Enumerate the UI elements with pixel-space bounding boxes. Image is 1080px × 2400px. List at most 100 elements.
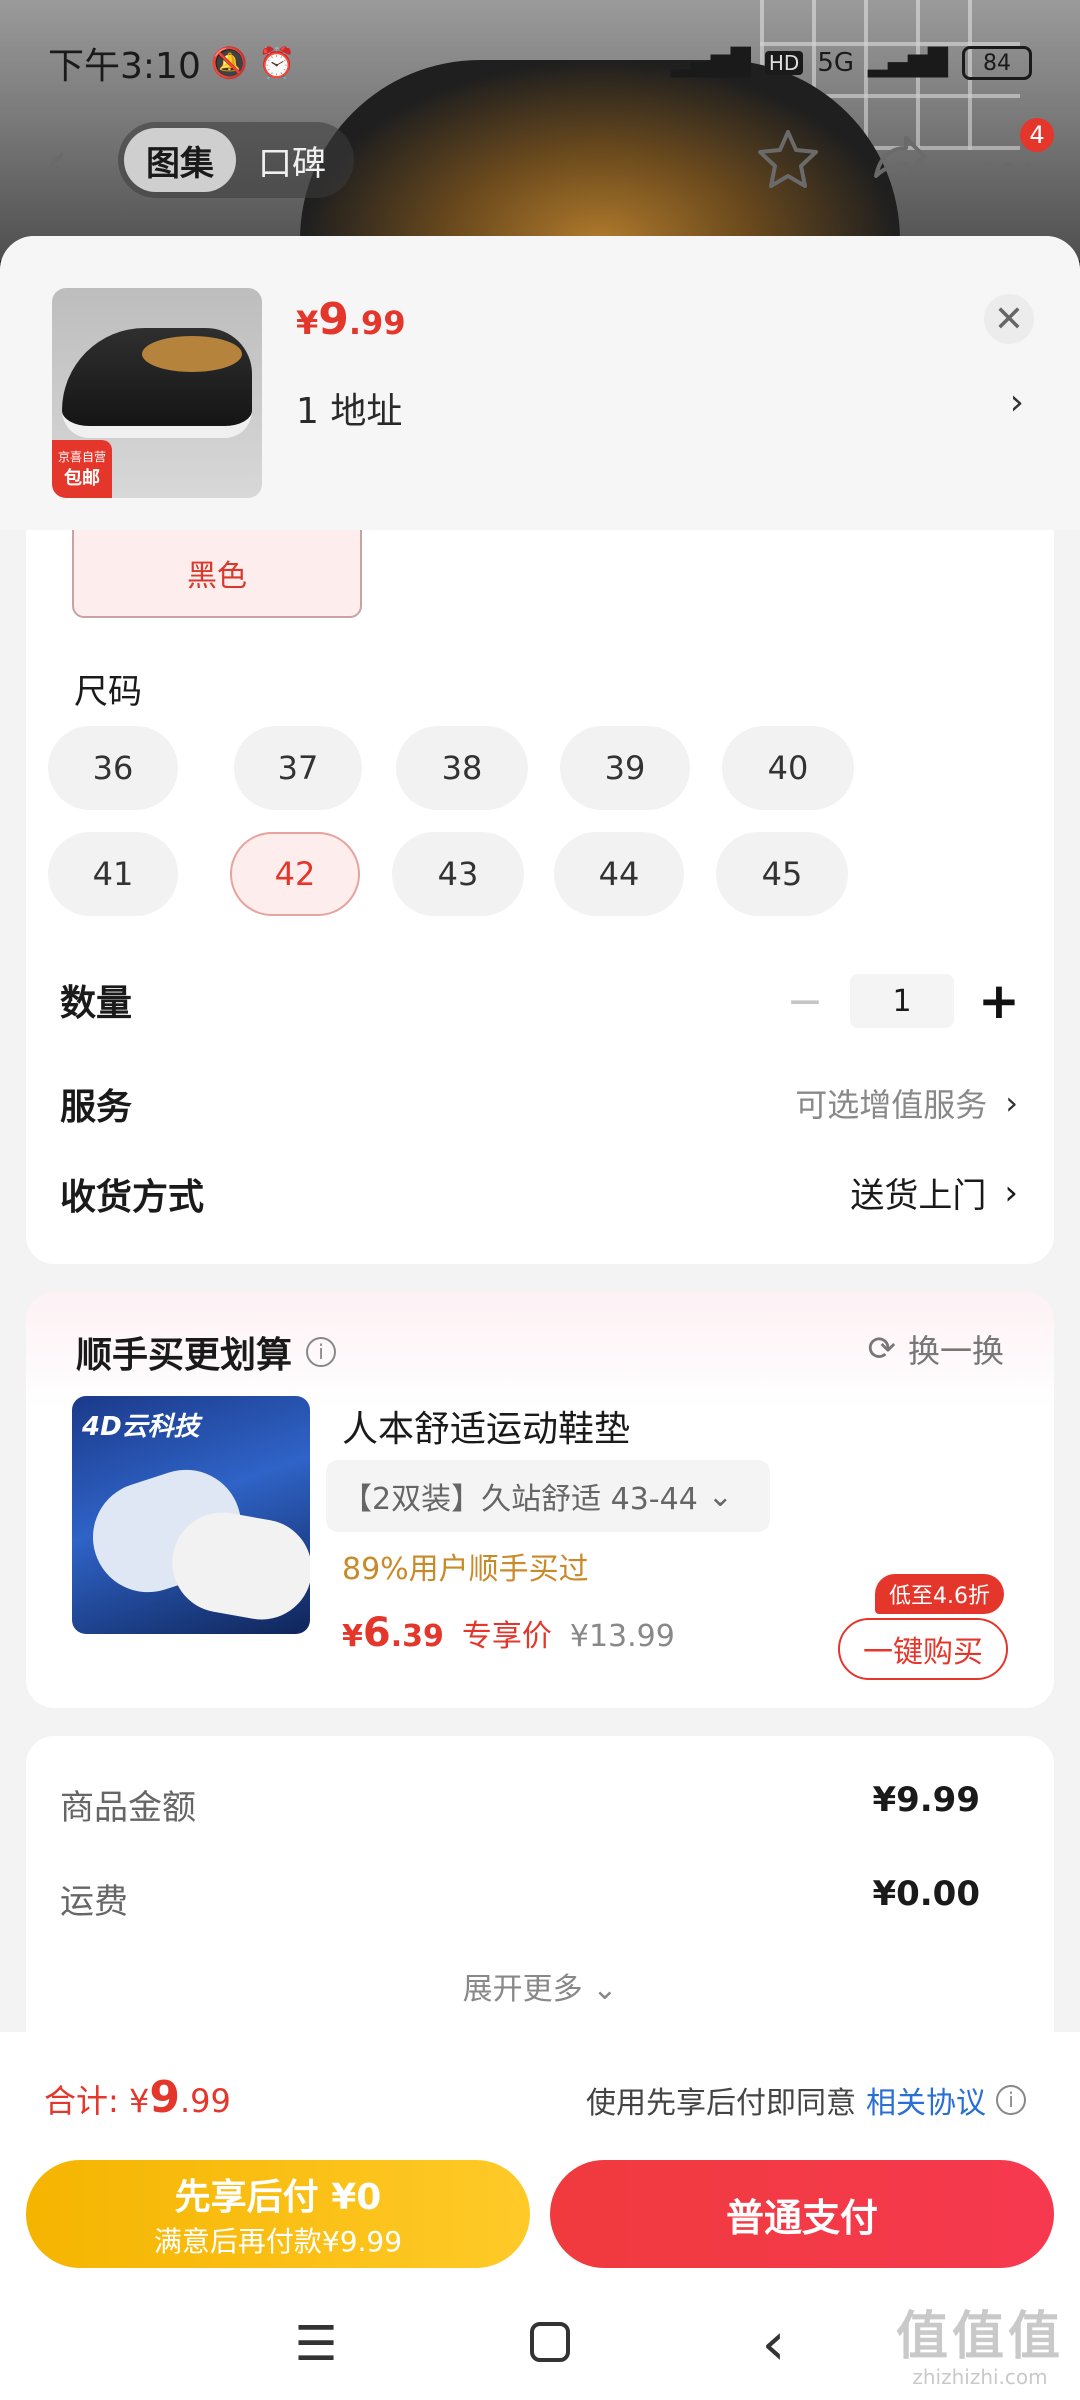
shipping-row: 运费 ¥0.00 (60, 1874, 980, 1923)
shipping-value: ¥0.00 (872, 1874, 980, 1914)
notification-badge: 4 (1020, 118, 1054, 152)
shipping-label: 运费 (60, 1882, 128, 1922)
tab-reviews[interactable]: 口碑 (236, 128, 348, 192)
favorite-star-icon[interactable] (756, 126, 820, 190)
tag-top-text: 京喜自营 (57, 450, 106, 464)
addon-product-name[interactable]: 人本舒适运动鞋垫 (342, 1400, 630, 1452)
watermark: 值值值 zhizhizhi.com (896, 2311, 1064, 2392)
status-bar: 下午3:10 🔕 ⏰ ▂▄▆█ HD 5G ▂▄▆█ 84 (0, 0, 1080, 100)
watermark-url: zhizhizhi.com (912, 2365, 1048, 2389)
goods-amount-row: 商品金额 ¥9.99 (60, 1780, 980, 1829)
gallery-tabs: 图集 口碑 (118, 122, 354, 198)
address-selector[interactable]: 1 地址 (296, 382, 402, 434)
network-indicator: 5G (817, 48, 855, 78)
agreement-text: 使用先享后付即同意 (586, 2086, 856, 2121)
addon-spec-text: 【2双装】久站舒适 43-44 (342, 1482, 698, 1517)
addon-product-image[interactable]: 4D云科技 (72, 1396, 310, 1634)
shoe-lining-image (142, 336, 242, 372)
price-integer: 9 (318, 294, 349, 345)
addon-title-text: 顺手买更划算 (76, 1335, 293, 1376)
more-icon[interactable]: 4 (976, 118, 1054, 190)
color-option-selected[interactable]: 黑色 (72, 530, 362, 618)
battery-level: 84 (983, 50, 1011, 76)
tab-gallery[interactable]: 图集 (124, 128, 236, 192)
info-icon[interactable]: i (996, 2085, 1026, 2115)
battery-icon: 84 (962, 46, 1032, 80)
service-selector[interactable]: 可选增值服务 › (795, 1080, 1018, 1126)
product-thumbnail: 京喜自营 包邮 (52, 288, 262, 498)
delivery-value: 送货上门 (850, 1176, 987, 1216)
pay-later-button[interactable]: 先享后付 ¥0 满意后再付款¥9.99 (26, 2160, 530, 2268)
refresh-button[interactable]: ⟳ 换一换 (867, 1326, 1004, 1372)
total-decimal: .99 (179, 2082, 231, 2120)
chevron-right-icon: › (1005, 1084, 1018, 1122)
share-icon[interactable] (866, 126, 930, 190)
chevron-right-icon[interactable]: › (1010, 382, 1024, 423)
addon-title: 顺手买更划算 i (76, 1326, 337, 1378)
signal-icon-2: ▂▄▆█ (868, 48, 948, 78)
delivery-label: 收货方式 (60, 1177, 205, 1218)
menu-icon[interactable]: ☰ (294, 2316, 337, 2372)
size-option[interactable]: 38 (396, 726, 528, 810)
quantity-stepper: − 1 + (780, 972, 1024, 1030)
agreement-link[interactable]: 相关协议 (866, 2078, 986, 2122)
one-click-buy-button[interactable]: 一键购买 (838, 1618, 1008, 1680)
price-decimal: .99 (348, 304, 406, 342)
close-icon[interactable]: ✕ (984, 294, 1034, 344)
goods-amount-value: ¥9.99 (872, 1780, 980, 1820)
size-option[interactable]: 39 (560, 726, 690, 810)
sheet-header: 京喜自营 包邮 ¥9.99 1 地址 › ✕ (0, 236, 1080, 530)
delivery-selector[interactable]: 送货上门 › (850, 1168, 1018, 1217)
size-option[interactable]: 44 (554, 832, 684, 916)
chevron-right-icon: › (1004, 1172, 1018, 1213)
size-option-selected[interactable]: 42 (230, 832, 360, 916)
total-integer: 9 (149, 2072, 180, 2123)
goods-amount-label: 商品金额 (60, 1788, 196, 1828)
size-option[interactable]: 45 (716, 832, 848, 916)
home-icon[interactable] (528, 2320, 572, 2368)
order-total: 合计: ¥9.99 (44, 2072, 231, 2123)
addon-spec-selector[interactable]: 【2双装】久站舒适 43-44 ⌄ (326, 1460, 770, 1532)
mute-icon: 🔕 (210, 45, 249, 81)
pay-later-subtitle: 满意后再付款¥9.99 (153, 2225, 403, 2258)
chevron-down-icon: ⌄ (592, 1972, 618, 2007)
service-value: 可选增值服务 (795, 1086, 988, 1124)
chevron-down-icon: ⌄ (707, 1478, 733, 1514)
watermark-logo: 值值值 (895, 2307, 1064, 2367)
quantity-increase-button[interactable]: + (974, 972, 1024, 1030)
expand-more-button[interactable]: 展开更多 ⌄ (26, 1964, 1054, 2008)
quantity-label: 数量 (60, 983, 133, 1024)
info-icon[interactable]: i (306, 1337, 337, 1367)
back-icon[interactable]: ‹ (46, 130, 106, 193)
expand-more-label: 展开更多 (462, 1972, 583, 2007)
addon-price-symbol: ¥ (342, 1619, 363, 1654)
product-price: ¥9.99 (296, 294, 406, 345)
price-symbol: ¥ (296, 304, 319, 342)
signal-icon: ▂▄▆█ (670, 48, 751, 78)
addon-price-tag: 专享价 (461, 1619, 552, 1654)
tag-bottom-text: 包邮 (64, 468, 100, 489)
status-time: 下午3:10 (48, 46, 201, 87)
hd-indicator: HD (764, 51, 804, 75)
order-summary-card: 商品金额 ¥9.99 运费 ¥0.00 展开更多 ⌄ (26, 1736, 1054, 2076)
size-option[interactable]: 43 (392, 832, 524, 916)
total-symbol: ¥ (128, 2082, 150, 2120)
refresh-label: 换一换 (907, 1332, 1004, 1370)
bottom-action-bar: 合计: ¥9.99 使用先享后付即同意 相关协议 i 先享后付 ¥0 满意后再付款… (0, 2032, 1080, 2400)
size-option[interactable]: 36 (48, 726, 178, 810)
refresh-icon: ⟳ (867, 1329, 896, 1369)
quantity-input[interactable]: 1 (850, 974, 954, 1028)
size-option[interactable]: 41 (48, 832, 178, 916)
total-label: 合计: (44, 2082, 129, 2120)
addon-recommendation-card: 顺手买更划算 i ⟳ 换一换 4D云科技 人本舒适运动鞋垫 【2双装】久站舒适 … (26, 1292, 1054, 1708)
back-icon[interactable]: ‹ (762, 2309, 786, 2379)
size-option[interactable]: 37 (234, 726, 362, 810)
discount-badge: 低至4.6折 (875, 1574, 1004, 1614)
normal-pay-button[interactable]: 普通支付 (550, 2160, 1054, 2268)
size-option[interactable]: 40 (722, 726, 854, 810)
service-label: 服务 (60, 1087, 133, 1128)
addon-price-decimal: .39 (390, 1619, 444, 1654)
alarm-icon: ⏰ (258, 45, 296, 81)
addon-original-price: ¥13.99 (569, 1619, 675, 1654)
quantity-decrease-button[interactable]: − (780, 976, 830, 1027)
